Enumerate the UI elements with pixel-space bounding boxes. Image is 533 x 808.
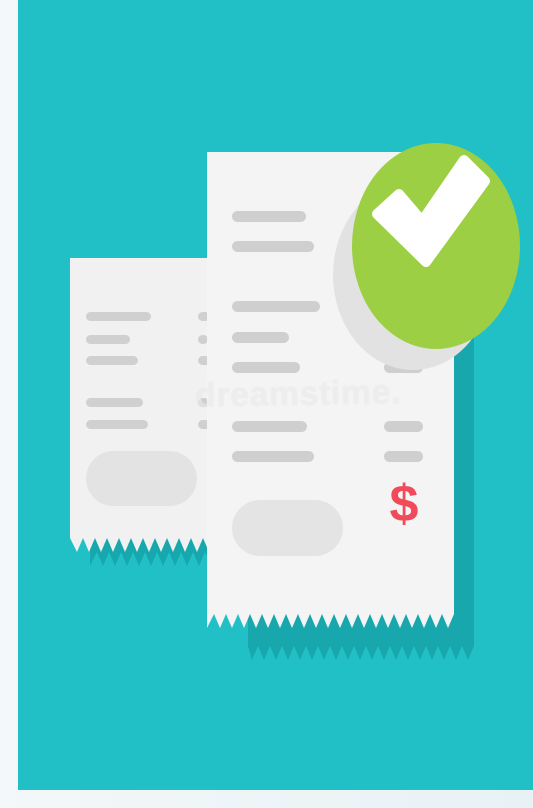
check-badge: [352, 143, 520, 349]
back-receipt: [70, 258, 215, 552]
image-frame: $ dreamstime.: [0, 0, 533, 808]
receipt-illustration: [70, 143, 520, 660]
illustration-panel: $ dreamstime.: [18, 0, 533, 790]
